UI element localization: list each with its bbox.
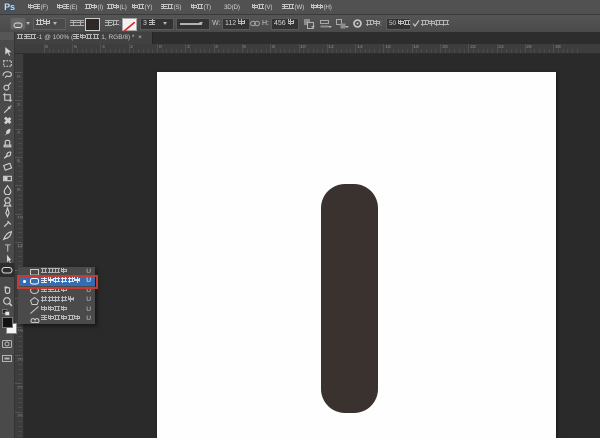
svg-text:T: T: [4, 243, 10, 253]
